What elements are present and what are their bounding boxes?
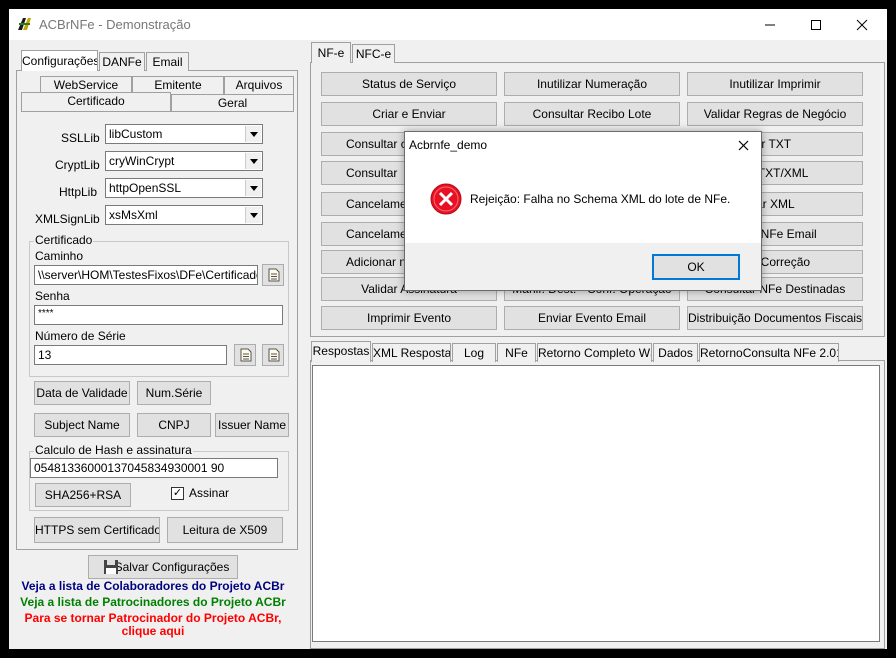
- action-button-0-1[interactable]: Inutilizar Numeração: [504, 72, 680, 96]
- maximize-button[interactable]: [793, 9, 839, 40]
- document-icon: [240, 348, 252, 362]
- action-button-0-2[interactable]: Inutilizar Imprimir: [687, 72, 863, 96]
- document-icon: [268, 348, 280, 362]
- cryptlib-label: CryptLib: [55, 158, 100, 172]
- tab-response-2[interactable]: Log: [452, 343, 496, 362]
- xmlsignlib-value: xsMsXml: [109, 208, 158, 222]
- acbr-app-icon: [17, 16, 33, 32]
- save-disk-icon: [104, 560, 118, 574]
- xmlsignlib-combo[interactable]: xsMsXml: [105, 205, 263, 225]
- senha-input[interactable]: ****: [34, 305, 283, 325]
- num-serie-button[interactable]: Num.Série: [137, 381, 211, 405]
- caminho-label: Caminho: [35, 249, 84, 263]
- data-validade-button[interactable]: Data de Validade: [34, 381, 130, 405]
- error-dialog: Acbrnfe_demo Rejeição: Falha no Schema X…: [404, 131, 762, 291]
- cnpj-button[interactable]: CNPJ: [137, 413, 211, 437]
- tab-response-4[interactable]: Retorno Completo WS: [537, 343, 652, 362]
- tab-response-5[interactable]: Dados: [653, 343, 698, 362]
- dialog-title-bar[interactable]: Acbrnfe_demo: [405, 132, 761, 158]
- cryptlib-combo[interactable]: cryWinCrypt: [105, 151, 263, 171]
- tab-arquivos[interactable]: Arquivos: [224, 76, 294, 94]
- assinar-label: Assinar: [189, 486, 230, 500]
- tab-certificado[interactable]: Certificado: [21, 92, 171, 111]
- error-icon: [430, 183, 462, 215]
- title-bar[interactable]: ACBrNFe - Demonstração: [9, 9, 887, 40]
- salvar-configuracoes-button[interactable]: Salvar Configurações: [88, 555, 238, 579]
- hash-input[interactable]: 05481336000137045834930001 90: [30, 458, 278, 478]
- select-certificate-button[interactable]: [262, 344, 284, 366]
- ssllib-combo[interactable]: libCustom: [105, 124, 263, 144]
- ok-button[interactable]: OK: [652, 254, 740, 280]
- list-certificates-button[interactable]: [234, 344, 256, 366]
- window-title: ACBrNFe - Demonstração: [39, 17, 191, 32]
- tab-response-6[interactable]: RetornoConsulta NFe 2.01: [699, 343, 839, 362]
- minimize-button[interactable]: [747, 9, 793, 40]
- chevron-down-icon[interactable]: [245, 207, 261, 223]
- leitura-x509-button[interactable]: Leitura de X509: [167, 517, 283, 543]
- tab-response-1[interactable]: XML Resposta: [372, 343, 451, 362]
- browse-certificate-button[interactable]: [262, 264, 284, 286]
- xmlsignlib-label: XMLSignLib: [35, 212, 100, 226]
- respostas-memo[interactable]: [312, 365, 880, 642]
- ssllib-label: SSLLib: [61, 131, 100, 145]
- action-button-1-1[interactable]: Consultar Recibo Lote: [504, 102, 680, 126]
- tab-nfe[interactable]: NF-e: [311, 42, 351, 63]
- action-button-1-2[interactable]: Validar Regras de Negócio: [687, 102, 863, 126]
- action-button-0-0[interactable]: Status de Serviço: [321, 72, 497, 96]
- close-window-button[interactable]: [839, 9, 885, 40]
- tab-email[interactable]: Email: [146, 52, 189, 71]
- colaboradores-link[interactable]: Veja a lista de Colaboradores do Projeto…: [13, 579, 293, 593]
- dialog-footer: OK: [405, 243, 761, 290]
- action-button-1-0[interactable]: Criar e Enviar: [321, 102, 497, 126]
- httplib-value: httpOpenSSL: [109, 181, 182, 195]
- hash-group-title: Calculo de Hash e assinatura: [34, 443, 193, 457]
- caminho-input[interactable]: \\server\HOM\TestesFixos\DFe\Certificado…: [34, 265, 258, 285]
- dialog-title: Acbrnfe_demo: [409, 138, 488, 152]
- close-icon: [738, 140, 749, 151]
- issuer-name-button[interactable]: Issuer Name: [215, 413, 289, 437]
- patrocinadores-link[interactable]: Veja a lista de Patrocinadores do Projet…: [13, 595, 293, 609]
- senha-label: Senha: [35, 289, 70, 303]
- ssllib-value: libCustom: [109, 127, 163, 141]
- tab-response-3[interactable]: NFe: [497, 343, 536, 362]
- numero-serie-input[interactable]: 13: [34, 345, 227, 365]
- main-window: ACBrNFe - Demonstração Configurações DAN…: [9, 9, 887, 649]
- tornar-patrocinador-link[interactable]: Para se tornar Patrocinador do Projeto A…: [13, 611, 293, 625]
- tab-danfe[interactable]: DANFe: [99, 52, 145, 71]
- certificado-group-title: Certificado: [34, 233, 94, 247]
- tab-divider: [21, 111, 294, 112]
- subject-name-button[interactable]: Subject Name: [34, 413, 130, 437]
- dialog-close-button[interactable]: [731, 137, 757, 155]
- action-button-8-2[interactable]: Distribuição Documentos Fiscais: [687, 306, 863, 330]
- action-button-8-1[interactable]: Enviar Evento Email: [504, 306, 680, 330]
- https-sem-certificado-button[interactable]: HTTPS sem Certificado: [34, 517, 160, 543]
- sha256-rsa-button[interactable]: SHA256+RSA: [35, 483, 131, 507]
- assinar-checkbox[interactable]: ✓: [171, 487, 184, 500]
- tab-geral[interactable]: Geral: [171, 94, 294, 111]
- tab-response-0[interactable]: Respostas: [311, 341, 371, 362]
- tab-nfce[interactable]: NFC-e: [352, 44, 395, 63]
- chevron-down-icon[interactable]: [245, 180, 261, 196]
- cryptlib-value: cryWinCrypt: [109, 154, 175, 168]
- tab-configuracoes[interactable]: Configurações: [21, 50, 98, 71]
- document-icon: [268, 268, 280, 282]
- action-button-8-0[interactable]: Imprimir Evento: [321, 306, 497, 330]
- httplib-combo[interactable]: httpOpenSSL: [105, 178, 263, 198]
- chevron-down-icon[interactable]: [245, 153, 261, 169]
- httplib-label: HttpLib: [59, 185, 98, 199]
- numero-serie-label: Número de Série: [35, 329, 126, 343]
- salvar-configuracoes-label: Salvar Configurações: [114, 560, 230, 574]
- clique-aqui-link[interactable]: clique aqui: [13, 624, 293, 638]
- chevron-down-icon[interactable]: [245, 126, 261, 142]
- dialog-message: Rejeição: Falha no Schema XML do lote de…: [470, 192, 731, 206]
